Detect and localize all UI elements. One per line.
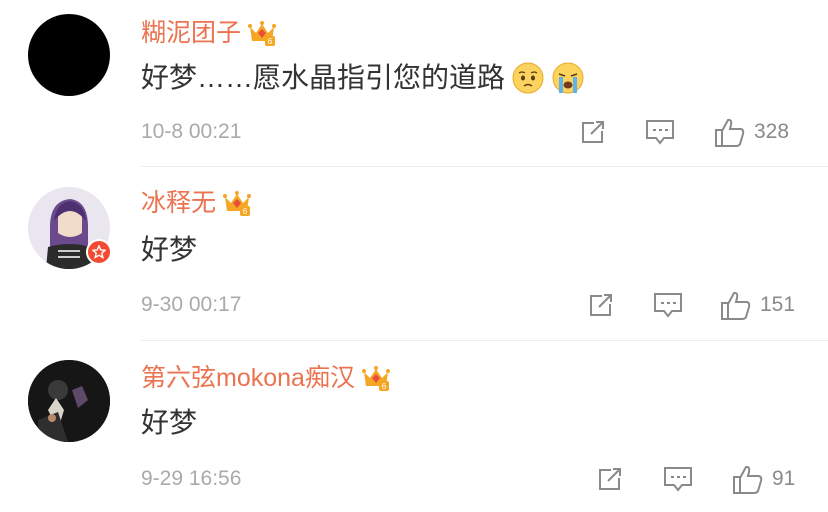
- crying-face-icon: [552, 62, 584, 94]
- like-button[interactable]: 151: [720, 288, 795, 322]
- verified-badge-icon: [86, 239, 112, 265]
- comment-icon: [646, 120, 674, 145]
- repost-button[interactable]: [586, 288, 616, 322]
- avatar[interactable]: [28, 14, 110, 96]
- repost-icon: [599, 468, 621, 490]
- divider: [141, 340, 828, 341]
- like-count: 328: [754, 120, 790, 143]
- divider: [141, 166, 828, 167]
- username[interactable]: 糊泥团子: [141, 16, 241, 50]
- thumbs-up-icon: [733, 465, 763, 494]
- like-count: 91: [772, 467, 796, 490]
- avatar[interactable]: [28, 360, 110, 442]
- timestamp: 10-8 00:21: [141, 120, 242, 143]
- username[interactable]: 第六弦mokona痴汉: [141, 361, 355, 395]
- like-button[interactable]: 328: [714, 115, 789, 149]
- like-count: 151: [760, 293, 796, 316]
- avatar[interactable]: [28, 187, 112, 269]
- crown-icon: 6: [223, 191, 252, 216]
- comment-button[interactable]: [662, 462, 694, 496]
- like-button[interactable]: 91: [732, 462, 795, 496]
- comment-icon: [654, 293, 682, 318]
- repost-icon: [590, 294, 612, 316]
- timestamp: 9-30 00:17: [141, 293, 242, 316]
- comment-text: 好梦: [141, 407, 198, 438]
- comment-text: 好梦: [141, 234, 198, 265]
- crown-icon: 6: [248, 21, 277, 46]
- timestamp: 9-29 16:56: [141, 467, 242, 490]
- crown-icon: 6: [361, 366, 390, 391]
- comment-text: 好梦……愿水晶指引您的道路: [141, 62, 506, 93]
- repost-button[interactable]: [578, 115, 608, 149]
- comment-button[interactable]: [644, 115, 676, 149]
- comment-list: 糊泥团子 6 好梦……愿水晶指引您的道路 10-8 00:21 328 冰释无 …: [0, 0, 828, 512]
- svg-text:6: 6: [243, 207, 248, 216]
- svg-text:6: 6: [268, 37, 273, 46]
- repost-button[interactable]: [595, 462, 625, 496]
- thumbs-up-icon: [715, 118, 745, 147]
- repost-icon: [582, 121, 604, 143]
- comment-icon: [664, 467, 692, 492]
- username[interactable]: 冰释无: [141, 186, 216, 220]
- svg-text:6: 6: [382, 382, 387, 391]
- thumbs-up-icon: [721, 291, 751, 320]
- comment-button[interactable]: [652, 288, 684, 322]
- pleading-face-icon: [512, 62, 544, 94]
